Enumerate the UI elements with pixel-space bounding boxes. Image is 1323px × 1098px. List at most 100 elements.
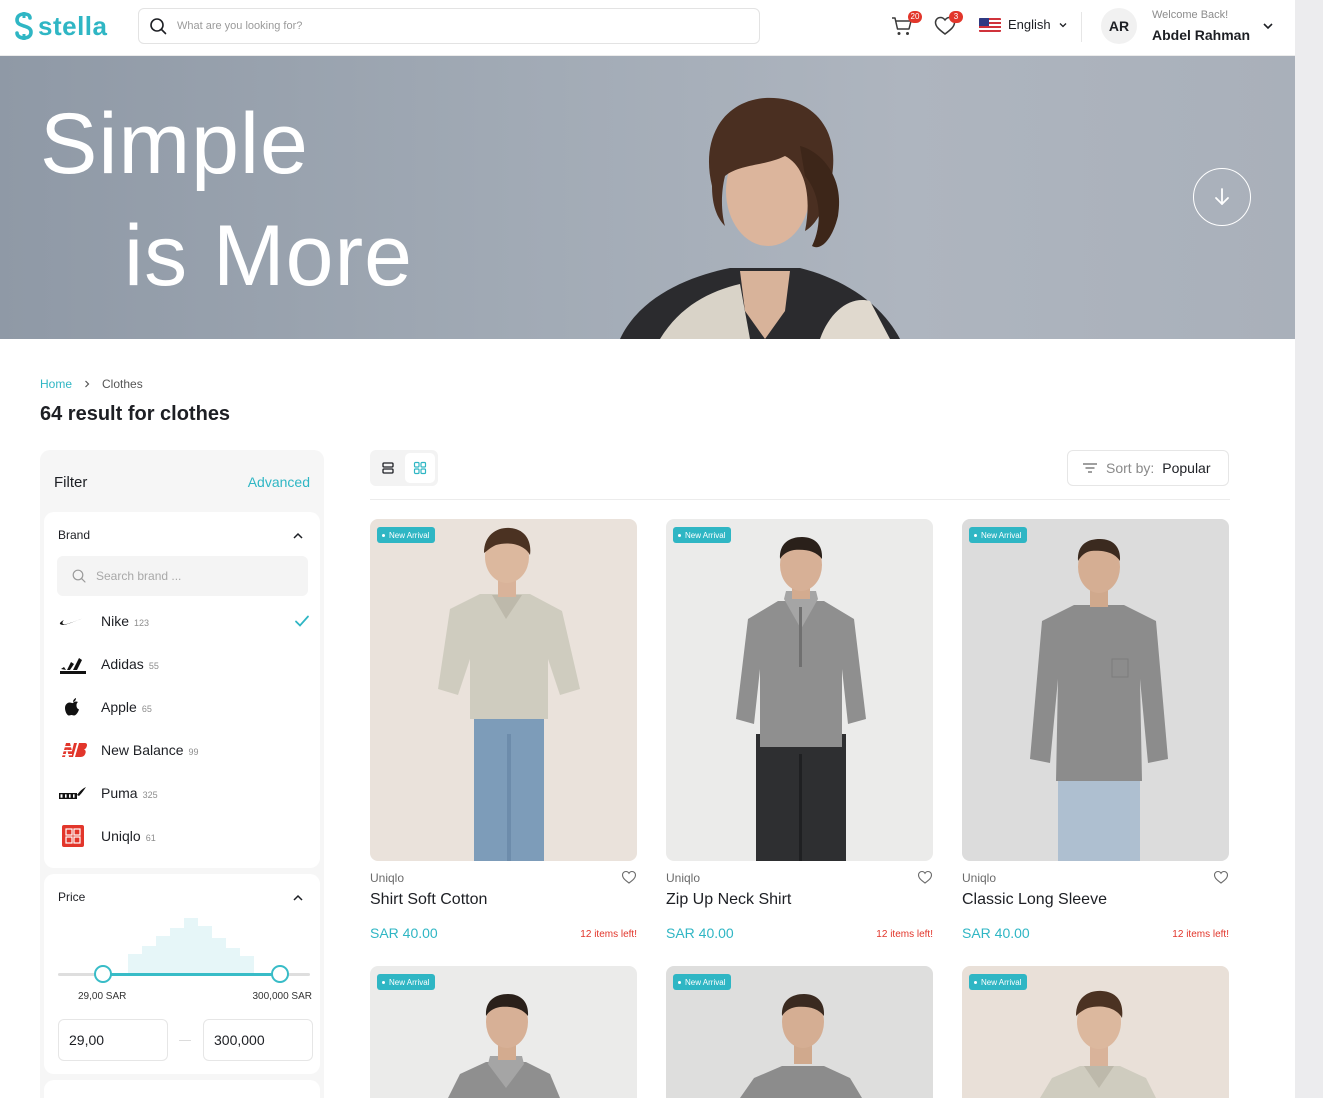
brand-count: 123 bbox=[134, 617, 150, 628]
heart-icon[interactable] bbox=[621, 869, 637, 885]
product-image[interactable]: New Arrival bbox=[370, 519, 637, 861]
apple-logo-icon bbox=[58, 696, 88, 718]
breadcrumb-current: Clothes bbox=[102, 377, 143, 391]
welcome-text: Welcome Back! bbox=[1152, 9, 1229, 21]
brand-name: Uniqlo bbox=[101, 828, 141, 844]
price-max-handle[interactable] bbox=[270, 965, 289, 983]
nike-logo-icon bbox=[58, 610, 88, 632]
brand-name: Puma bbox=[101, 785, 138, 801]
new-arrival-badge: New Arrival bbox=[377, 527, 436, 543]
price-min-input[interactable] bbox=[58, 1019, 168, 1061]
product-price: SAR 40.00 bbox=[666, 925, 734, 941]
brand-name: Nike bbox=[101, 613, 130, 629]
new-balance-logo-icon bbox=[58, 739, 88, 761]
brand-option-puma[interactable]: Puma 325 bbox=[58, 779, 310, 807]
brand-count: 99 bbox=[188, 746, 199, 757]
stock-warning: 12 items left! bbox=[580, 929, 637, 940]
logo-text: stella bbox=[38, 11, 108, 41]
product-image[interactable]: New Arrival bbox=[666, 966, 933, 1098]
puma-logo-icon bbox=[58, 782, 88, 804]
user-name[interactable]: Abdel Rahman bbox=[1152, 27, 1250, 43]
new-arrival-badge: New Arrival bbox=[969, 974, 1028, 990]
wishlist-button[interactable]: 3 bbox=[933, 11, 963, 40]
top-header: stella 20 3 bbox=[0, 0, 1295, 56]
product-image[interactable]: New Arrival bbox=[962, 966, 1229, 1098]
page-title: 64 result for clothes bbox=[40, 403, 231, 425]
price-max-label: 300,000 SAR bbox=[252, 991, 313, 1002]
header-divider bbox=[1081, 12, 1082, 42]
price-max-input[interactable] bbox=[203, 1019, 313, 1061]
product-card[interactable]: New Arrival bbox=[666, 966, 933, 1098]
filter-sidebar: Filter Advanced Brand Nike 123 bbox=[40, 450, 324, 1098]
product-name[interactable]: Shirt Soft Cotton bbox=[370, 891, 487, 909]
brand-option-adidas[interactable]: Adidas 55 bbox=[58, 650, 310, 678]
product-card[interactable]: New Arrival bbox=[962, 966, 1229, 1098]
price-range-fill bbox=[103, 973, 280, 976]
chevron-up-icon[interactable] bbox=[292, 892, 304, 904]
product-image[interactable]: New Arrival bbox=[370, 966, 637, 1098]
hero-headline-line-2: is More bbox=[124, 208, 413, 304]
product-price: SAR 40.00 bbox=[370, 925, 438, 941]
price-range-dash bbox=[179, 1040, 191, 1041]
price-min-handle[interactable] bbox=[94, 965, 113, 983]
product-photo-zip-up-neck-shirt bbox=[736, 537, 866, 861]
view-toggle bbox=[370, 450, 438, 486]
brand-option-apple[interactable]: Apple 65 bbox=[58, 693, 310, 721]
advanced-filter-link[interactable]: Advanced bbox=[248, 474, 310, 490]
brand-search-input[interactable] bbox=[96, 569, 296, 583]
language-selector[interactable]: English bbox=[979, 17, 1068, 32]
search-icon bbox=[72, 569, 86, 583]
adidas-logo-icon bbox=[58, 653, 88, 675]
sort-label: Sort by: bbox=[1106, 460, 1155, 476]
price-histogram bbox=[128, 918, 254, 974]
product-image[interactable]: New Arrival bbox=[666, 519, 933, 861]
brand-filter-title: Brand bbox=[58, 528, 91, 542]
stock-warning: 12 items left! bbox=[876, 929, 933, 940]
breadcrumb-home[interactable]: Home bbox=[40, 377, 72, 391]
brand-count: 65 bbox=[141, 703, 152, 714]
avatar[interactable]: AR bbox=[1101, 8, 1137, 44]
scroll-down-button[interactable] bbox=[1193, 168, 1251, 226]
brand-count: 61 bbox=[145, 832, 156, 843]
new-arrival-badge: New Arrival bbox=[377, 974, 436, 990]
chevron-up-icon[interactable] bbox=[292, 530, 304, 542]
scrollbar-track[interactable] bbox=[1295, 0, 1323, 1098]
uniqlo-logo-icon bbox=[58, 825, 88, 847]
product-card[interactable]: New Arrival bbox=[370, 966, 637, 1098]
sort-dropdown[interactable]: Sort by: Popular bbox=[1067, 450, 1229, 486]
user-menu-chevron-icon[interactable] bbox=[1261, 19, 1275, 33]
us-flag-icon bbox=[979, 17, 1001, 32]
product-name[interactable]: Classic Long Sleeve bbox=[962, 891, 1107, 909]
heart-icon[interactable] bbox=[1213, 869, 1229, 885]
stock-warning: 12 items left! bbox=[1172, 929, 1229, 940]
product-card[interactable]: New Arrival Uniqlo Zip Up Neck Shirt SAR… bbox=[666, 519, 933, 941]
search-bar bbox=[138, 8, 760, 44]
grid-view-button[interactable] bbox=[405, 453, 435, 483]
checkmark-icon bbox=[295, 615, 309, 627]
list-view-button[interactable] bbox=[373, 453, 403, 483]
cart-count-badge: 20 bbox=[908, 11, 922, 23]
product-card[interactable]: New Arrival Uniqlo Shirt Soft Cotton SAR… bbox=[370, 519, 637, 941]
sort-value: Popular bbox=[1162, 460, 1211, 476]
price-filter-panel: Price 29,00 SAR 300,000 SAR bbox=[44, 874, 320, 1074]
brand-option-nike[interactable]: Nike 123 bbox=[58, 607, 310, 635]
hero-model-image bbox=[620, 97, 900, 339]
product-price: SAR 40.00 bbox=[962, 925, 1030, 941]
product-card[interactable]: New Arrival Uniqlo Classic Long Sleeve S… bbox=[962, 519, 1229, 941]
brand-option-new-balance[interactable]: New Balance 99 bbox=[58, 736, 310, 764]
product-brand: Uniqlo bbox=[962, 871, 997, 885]
heart-icon[interactable] bbox=[917, 869, 933, 885]
toolbar-divider bbox=[370, 499, 1230, 500]
product-name[interactable]: Zip Up Neck Shirt bbox=[666, 891, 791, 909]
sort-icon bbox=[1083, 463, 1097, 473]
next-filter-panel[interactable] bbox=[44, 1080, 320, 1098]
list-view-icon bbox=[382, 462, 394, 474]
logo[interactable]: stella bbox=[14, 12, 108, 40]
arrow-down-icon bbox=[1215, 188, 1229, 205]
search-input[interactable] bbox=[177, 20, 737, 32]
page: stella 20 3 bbox=[0, 0, 1295, 1098]
product-image[interactable]: New Arrival bbox=[962, 519, 1229, 861]
price-range-slider[interactable] bbox=[58, 965, 310, 983]
brand-option-uniqlo[interactable]: Uniqlo 61 bbox=[58, 822, 310, 850]
cart-button[interactable]: 20 bbox=[890, 11, 922, 40]
